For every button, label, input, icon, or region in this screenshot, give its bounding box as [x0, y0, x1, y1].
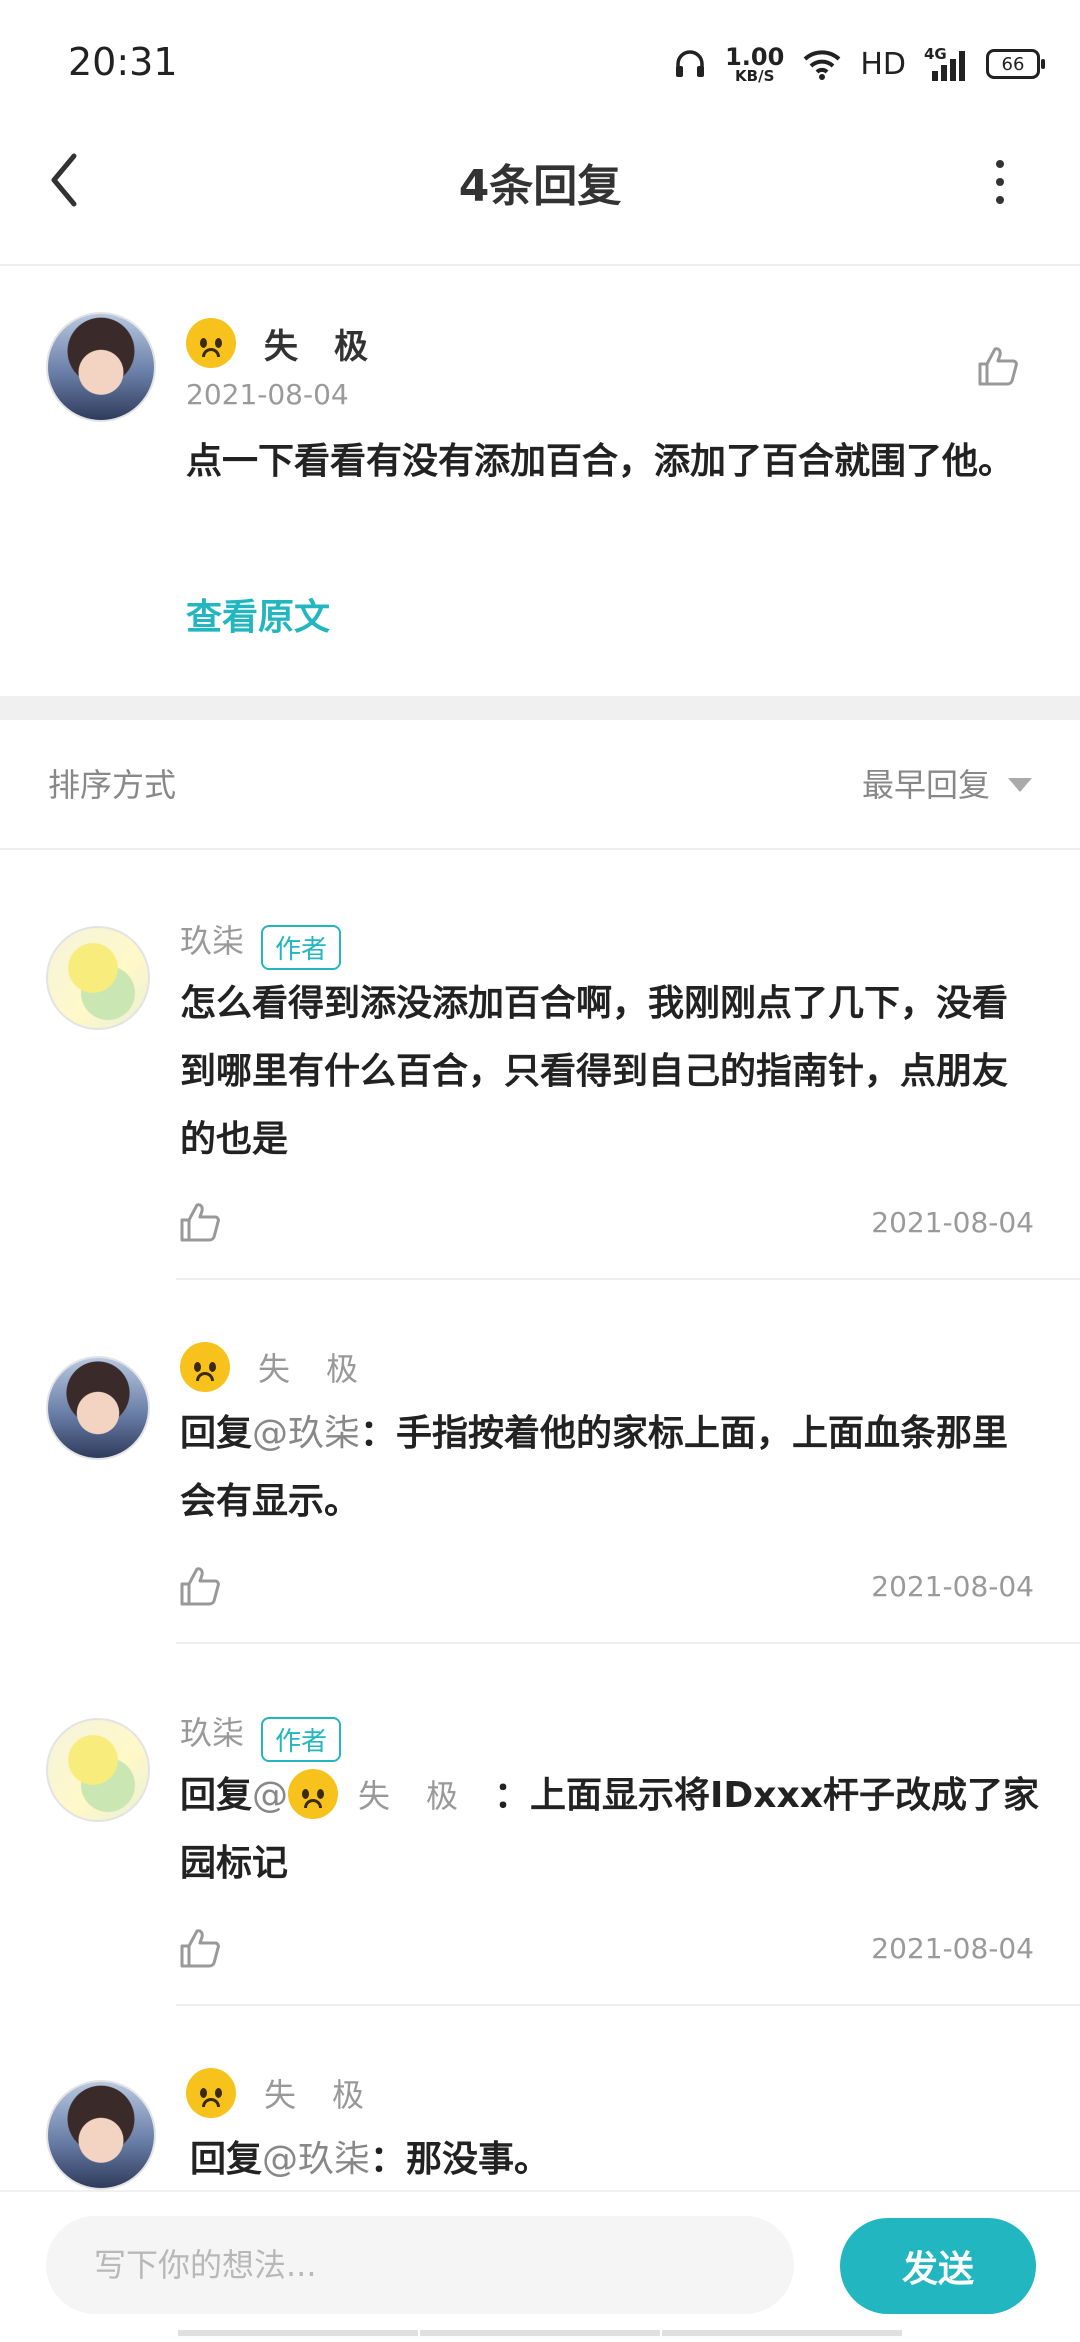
- page-title: 4条回复: [458, 161, 622, 212]
- avatar[interactable]: [46, 926, 150, 1030]
- chevron-down-icon[interactable]: [1008, 778, 1032, 792]
- reply-divider: [176, 2004, 1080, 2006]
- reply-divider: [176, 1642, 1080, 1644]
- reply-text: 回复@玖柒：手指按着他的家标上面，上面血条那里会有显示。: [180, 1413, 1009, 1522]
- reply-author[interactable]: 失极: [180, 1342, 394, 1392]
- upside-down-face-icon: [186, 2068, 236, 2118]
- comment-input[interactable]: [46, 2216, 794, 2314]
- mention[interactable]: @玖柒: [252, 1413, 360, 1454]
- avatar[interactable]: [46, 1718, 150, 1822]
- original-text: 点一下看看有没有添加百合，添加了百合就围了他。: [186, 441, 1015, 482]
- like-icon[interactable]: [178, 1926, 222, 1970]
- battery-icon: 66: [986, 49, 1045, 79]
- author-badge: 作者: [261, 925, 342, 970]
- status-icons: 1.00 KB/S HD 4G 66: [673, 42, 1045, 86]
- signal-icon: 4G: [924, 45, 968, 81]
- header-divider: [0, 264, 1080, 266]
- reply-author[interactable]: 玖柒 作者: [180, 916, 342, 970]
- more-menu-icon[interactable]: [990, 160, 1010, 204]
- sort-label: 排序方式: [48, 766, 177, 804]
- sort-divider: [0, 848, 1080, 850]
- hd-indicator: HD: [860, 46, 906, 82]
- original-author[interactable]: 失极: [186, 318, 404, 368]
- reply-text: 回复@ 失极：上面显示将IDxxx杆子改成了家园标记: [180, 1762, 1040, 1898]
- network-speed: 1.00 KB/S: [725, 42, 785, 85]
- reply-author[interactable]: 玖柒 作者: [180, 1708, 342, 1762]
- like-icon[interactable]: [976, 344, 1020, 388]
- reply-divider: [176, 1278, 1080, 1280]
- mention[interactable]: @ 失极: [252, 1769, 494, 1819]
- reply-date: 2021-08-04: [871, 1570, 1034, 1603]
- nav-gesture-bar: [420, 2330, 660, 2336]
- reply-author[interactable]: 失极: [186, 2068, 400, 2118]
- section-separator: [0, 696, 1080, 720]
- avatar[interactable]: [46, 1356, 150, 1460]
- upside-down-face-icon: [180, 1342, 230, 1392]
- upside-down-face-icon: [288, 1769, 339, 1819]
- wifi-icon: [803, 50, 841, 80]
- like-icon[interactable]: [178, 1200, 222, 1244]
- reply-text: 怎么看得到添没添加百合啊，我刚刚点了几下，没看到哪里有什么百合，只看得到自己的指…: [180, 983, 1009, 1160]
- send-button[interactable]: 发送: [840, 2218, 1036, 2314]
- avatar[interactable]: [46, 2080, 156, 2190]
- reply-date: 2021-08-04: [871, 1932, 1034, 1965]
- nav-gesture-bar: [178, 2330, 418, 2336]
- sort-dropdown[interactable]: 最早回复: [862, 760, 990, 806]
- headphones-icon: [676, 50, 705, 77]
- nav-gesture-bar: [662, 2330, 902, 2336]
- reply-date: 2021-08-04: [871, 1206, 1034, 1239]
- mention[interactable]: @玖柒: [262, 2139, 370, 2180]
- status-time: 20:31: [68, 40, 178, 84]
- view-original-link[interactable]: 查看原文: [186, 588, 330, 640]
- author-badge: 作者: [261, 1717, 342, 1762]
- original-date: 2021-08-04: [186, 378, 349, 411]
- upside-down-face-icon: [186, 318, 236, 368]
- reply-text: 回复@玖柒：那没事。: [190, 2139, 551, 2180]
- avatar[interactable]: [46, 312, 156, 422]
- like-icon[interactable]: [178, 1564, 222, 1608]
